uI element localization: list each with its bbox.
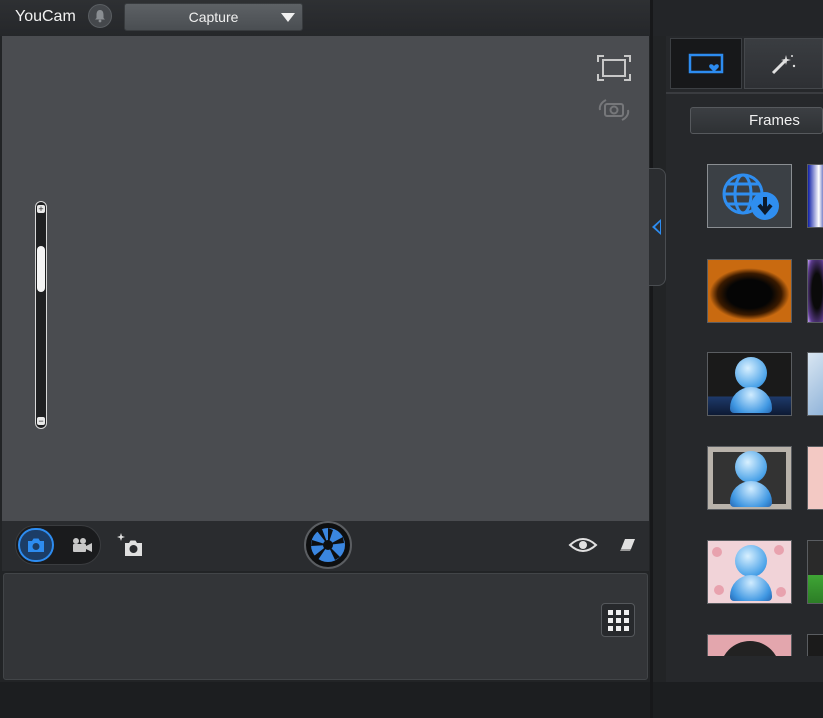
shutter-aperture-icon [311,528,345,562]
avatar-placeholder [730,451,772,507]
camera-icon[interactable] [18,528,54,562]
download-frames-button[interactable] [707,164,792,228]
category-dropdown[interactable]: Frames [690,107,823,134]
mode-dropdown[interactable]: Capture [124,3,303,31]
frame-thumbnail[interactable] [707,446,792,510]
frame-thumbnail[interactable] [707,352,792,416]
magic-wand-icon [771,54,795,74]
chevron-left-icon [652,219,661,235]
panel-separator [666,92,823,94]
category-dropdown-value: Frames [749,112,800,129]
avatar-placeholder [730,357,772,413]
fullscreen-icon[interactable] [596,54,632,82]
right-header-strip [653,0,823,36]
frame-heart-icon [688,53,724,73]
zoom-slider[interactable]: + − [35,201,47,429]
zoom-slider-thumb[interactable] [37,245,45,292]
tab-effects[interactable] [744,38,823,89]
panel-divider [650,0,653,718]
avatar-placeholder [730,545,772,601]
status-strip [0,682,823,718]
frame-thumbnail[interactable] [807,446,823,510]
frame-thumbnail[interactable] [807,352,823,416]
frame-thumbnail[interactable] [807,164,823,228]
globe-download-icon [722,173,779,220]
eye-icon[interactable] [568,535,598,555]
frame-thumbnail[interactable] [807,540,823,604]
capture-toolbar [2,521,649,571]
frame-thumbnail[interactable] [707,540,792,604]
zoom-out-icon[interactable]: − [37,417,45,426]
zoom-in-icon[interactable]: + [37,205,45,214]
camera-preview: + − [2,36,649,521]
bell-icon[interactable] [88,4,112,28]
title-bar: YouCam Capture [0,0,650,36]
frame-thumbnail[interactable] [807,259,823,323]
captured-media-tray[interactable] [3,573,648,680]
shutter-button[interactable] [304,521,352,569]
collapse-panel-button[interactable] [649,168,666,286]
caret-down-icon [281,13,295,22]
app-title: YouCam [15,8,76,25]
capture-mode-toggle [15,525,101,565]
frame-thumbnail[interactable] [707,634,792,656]
frames-list [707,164,823,656]
frame-thumbnail[interactable] [707,259,792,323]
tab-frames[interactable] [670,38,742,89]
frame-thumbnail[interactable] [807,634,823,656]
youcam-window: YouCam Capture + − Frames [0,0,823,718]
video-camera-icon[interactable] [64,528,100,562]
sparkle-camera-icon[interactable] [112,528,148,562]
grid-icon[interactable] [601,603,635,637]
mode-dropdown-value: Capture [188,9,239,25]
switch-camera-icon[interactable] [596,96,632,124]
eraser-icon[interactable] [616,535,640,555]
